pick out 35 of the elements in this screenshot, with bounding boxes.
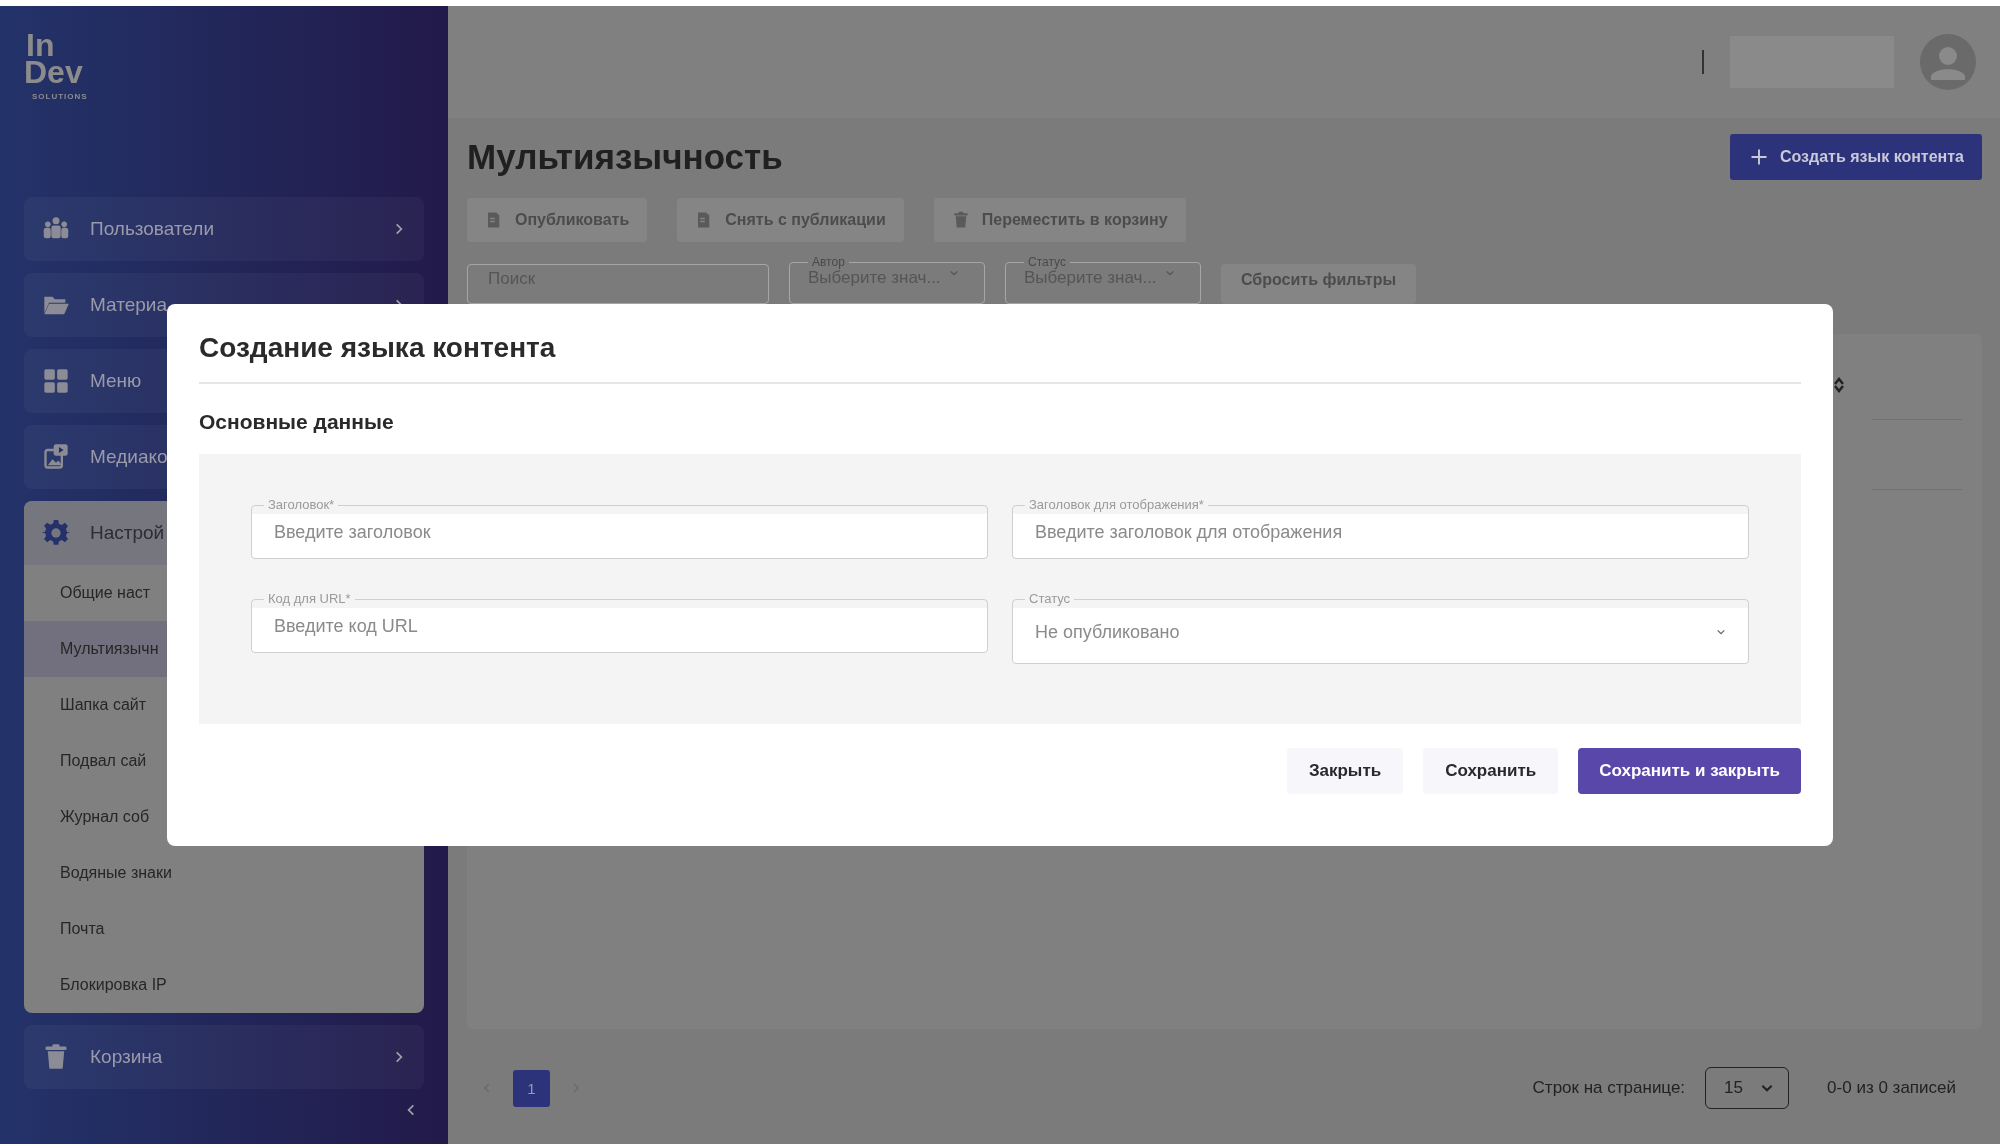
rows-per-page-select[interactable]: 15 [1705, 1067, 1790, 1109]
field-label: Код для URL* [267, 591, 352, 607]
sidebar-item[interactable]: Пользователи [24, 197, 424, 262]
action-button[interactable]: Опубликовать [467, 198, 648, 242]
action-button[interactable]: Снять с публикации [677, 198, 904, 242]
action-button[interactable]: Переместить в корзину [933, 198, 1186, 242]
logo-text: Dev [24, 59, 84, 87]
field-label: Статус [1028, 591, 1072, 607]
rows-per-page-label: Строк на странице: [1532, 1078, 1686, 1098]
submenu-item[interactable]: Блокировка IP [24, 957, 424, 1014]
records-range: 0-0 из 0 записей [1827, 1078, 1956, 1098]
logo-text: In [26, 32, 55, 60]
page-button[interactable]: 1 [513, 1069, 550, 1107]
input-field[interactable]: Код для URL* Введите код URL [251, 591, 988, 653]
section-title: Основные данные [199, 410, 395, 435]
logo-tagline: SOLUTIONS [32, 94, 89, 102]
field-label: Заголовок* [267, 497, 336, 513]
dialog-button[interactable]: Сохранить [1423, 748, 1559, 794]
field-label: Заголовок для отображения* [1028, 497, 1205, 513]
input-placeholder: Введите код URL [274, 616, 418, 637]
input-placeholder: Введите заголовок для отображения [1035, 522, 1343, 543]
input-field[interactable]: Заголовок для отображения* Введите заголовок для отображения [1012, 497, 1749, 559]
page-title: Мультиязычность [467, 137, 783, 177]
submenu-item[interactable]: Водяные знаки [24, 845, 424, 902]
status-select[interactable]: Статус Не опубликовано [1012, 591, 1749, 664]
sidebar-item[interactable]: Корзина [24, 1025, 424, 1090]
submenu-item[interactable]: Почта [24, 901, 424, 958]
dialog-button[interactable]: Закрыть [1286, 748, 1404, 794]
save-and-close-button[interactable]: Сохранить и закрыть [1578, 748, 1801, 794]
modal-title: Создание языка контента [199, 332, 557, 365]
create-button[interactable]: Создать язык контента [1730, 134, 1982, 180]
select-value: Не опубликовано [1035, 621, 1180, 643]
input-field[interactable]: Заголовок* Введите заголовок [251, 497, 988, 559]
reset-filters-button[interactable]: Сбросить фильтры [1221, 264, 1417, 304]
input-placeholder: Введите заголовок [274, 522, 431, 543]
